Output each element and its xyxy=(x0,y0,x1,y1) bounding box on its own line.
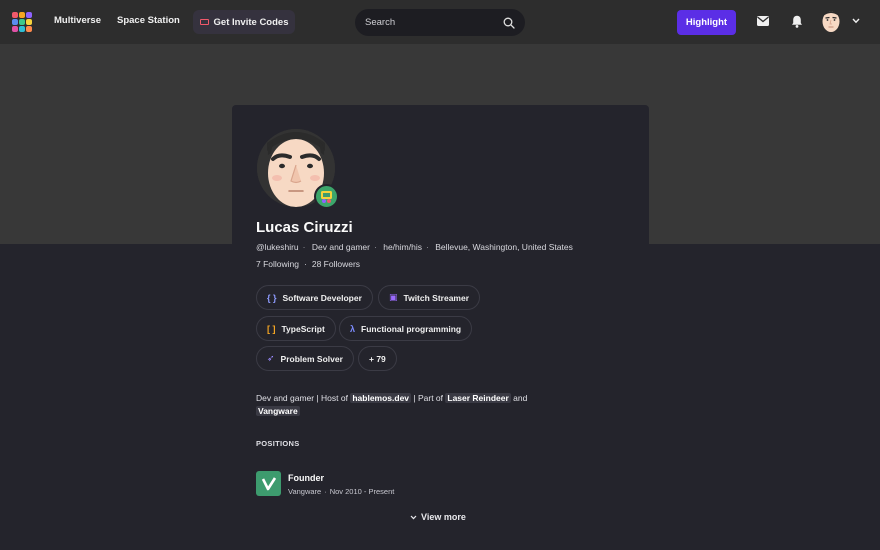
mail-icon[interactable] xyxy=(757,16,769,26)
bell-icon[interactable] xyxy=(791,15,803,28)
position-title: Founder xyxy=(288,473,324,483)
profile-bio: Dev and gamer | Host of hablemos.dev | P… xyxy=(256,393,528,416)
bio-link-vangware[interactable]: Vangware xyxy=(256,406,300,416)
chip-software-developer[interactable]: { } Software Developer xyxy=(256,285,373,310)
view-more-button[interactable]: View more xyxy=(410,512,466,522)
chip-label: TypeScript xyxy=(281,323,325,334)
chip-label: + 79 xyxy=(369,353,386,364)
chip-label: Twitch Streamer xyxy=(403,292,470,303)
positions-heading: POSITIONS xyxy=(256,439,300,448)
user-avatar[interactable] xyxy=(821,9,841,33)
following-link[interactable]: 7 Following xyxy=(256,259,299,269)
chip-problem-solver[interactable]: ➶ Problem Solver xyxy=(256,346,354,371)
nav-link-space-station[interactable]: Space Station xyxy=(117,15,180,26)
profile-meta: @lukeshiru · Dev and gamer · he/him/his · B… xyxy=(256,242,573,252)
profile-name: Lucas Ciruzzi xyxy=(256,219,353,236)
view-more-label: View more xyxy=(421,512,466,522)
vangware-logo-icon[interactable] xyxy=(256,471,281,496)
profile-location: Bellevue, Washington, United States xyxy=(435,242,573,252)
profile-badge-icon[interactable] xyxy=(314,184,339,209)
get-invite-codes-button[interactable]: Get Invite Codes xyxy=(193,10,295,34)
lambda-icon: λ xyxy=(350,323,356,334)
bio-link-hablemos[interactable]: hablemos.dev xyxy=(350,393,412,403)
rocket-icon: ➶ xyxy=(267,353,275,363)
follow-stats: 7 Following · 28 Followers xyxy=(256,259,361,269)
top-navbar: Multiverse Space Station Get Invite Code… xyxy=(0,0,880,44)
search-input[interactable] xyxy=(365,17,503,28)
search-icon[interactable] xyxy=(503,17,515,29)
braces-icon: { } xyxy=(267,292,277,303)
chip-typescript[interactable]: [ ] TypeScript xyxy=(256,316,336,341)
chip-label: Functional programming xyxy=(361,323,462,334)
twitch-icon: ▣ xyxy=(389,292,398,302)
highlight-button[interactable]: Highlight xyxy=(677,10,736,35)
position-company[interactable]: Vangware xyxy=(288,487,321,496)
position-dates: Nov 2010 - Present xyxy=(329,487,395,496)
chip-label: Software Developer xyxy=(282,292,362,303)
chip-functional-programming[interactable]: λ Functional programming xyxy=(339,316,473,341)
search-bar xyxy=(355,9,525,36)
chip-more-tags[interactable]: + 79 xyxy=(358,346,397,371)
invite-button-label: Get Invite Codes xyxy=(213,16,289,28)
app-logo-icon[interactable] xyxy=(12,12,32,32)
profile-username: @lukeshiru xyxy=(256,242,299,252)
profile-pronouns: he/him/his xyxy=(383,242,422,252)
profile-avatar xyxy=(257,129,339,209)
chip-twitch-streamer[interactable]: ▣ Twitch Streamer xyxy=(378,285,481,310)
position-details: Vangware · Nov 2010 - Present xyxy=(288,487,395,496)
chevron-down-icon[interactable] xyxy=(852,18,860,24)
ticket-icon xyxy=(199,19,209,25)
chevron-down-icon xyxy=(410,515,417,519)
followers-link[interactable]: 28 Followers xyxy=(312,259,360,269)
profile-card: Lucas Ciruzzi @lukeshiru · Dev and gamer ·… xyxy=(232,105,649,550)
chip-label: Problem Solver xyxy=(280,353,343,364)
profile-tagline: Dev and gamer xyxy=(311,242,370,252)
brackets-icon: [ ] xyxy=(267,323,276,334)
bio-link-laser-reindeer[interactable]: Laser Reindeer xyxy=(445,393,511,403)
nav-link-multiverse[interactable]: Multiverse xyxy=(54,15,101,26)
